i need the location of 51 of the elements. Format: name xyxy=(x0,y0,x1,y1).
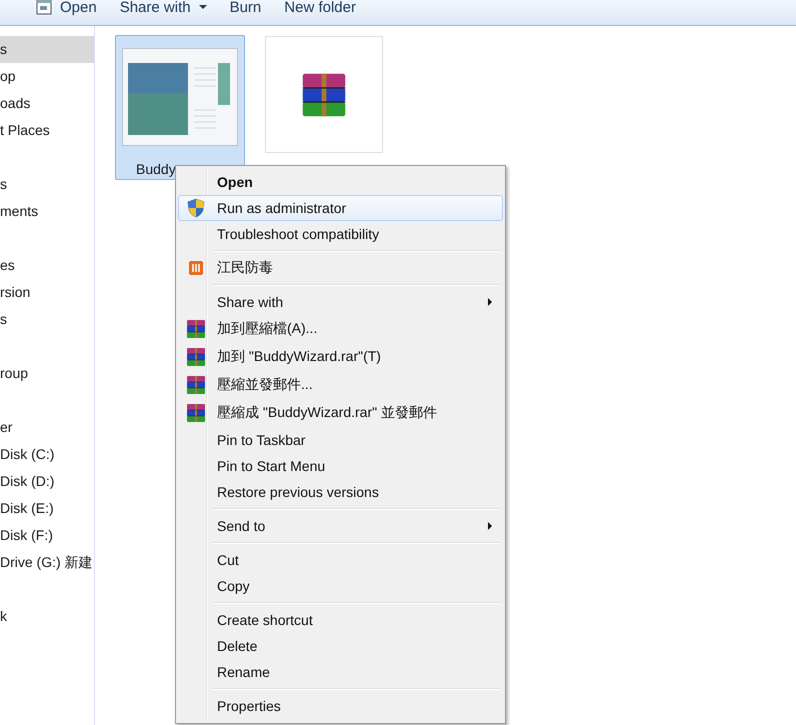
submenu-arrow-icon xyxy=(488,522,492,530)
sidebar-item[interactable]: op xyxy=(0,63,94,90)
sidebar-item[interactable]: Disk (E:) xyxy=(0,495,94,522)
antivirus-icon xyxy=(189,261,203,275)
menu-item[interactable]: Run as administrator xyxy=(178,195,503,221)
menu-item[interactable]: Pin to Start Menu xyxy=(178,453,503,479)
sidebar-item[interactable]: Disk (D:) xyxy=(0,468,94,495)
archive-icon xyxy=(185,318,207,340)
archive-icon xyxy=(185,402,207,424)
menu-item[interactable]: 壓縮並發郵件... xyxy=(178,371,503,399)
sidebar-item[interactable]: Disk (C:) xyxy=(0,441,94,468)
toolbar-button[interactable]: Burn xyxy=(224,0,278,16)
menu-item[interactable]: 壓縮成 "BuddyWizard.rar" 並發郵件 xyxy=(178,399,503,427)
sidebar-item[interactable]: ments xyxy=(0,198,94,225)
sidebar-item[interactable]: s xyxy=(0,36,94,63)
file-name: Buddy xyxy=(135,161,176,177)
dropdown-arrow-icon xyxy=(198,5,207,9)
shield-icon xyxy=(187,198,205,218)
submenu-arrow-icon xyxy=(488,298,492,306)
toolbar-button[interactable]: New folder xyxy=(278,0,373,16)
menu-item[interactable]: 加到壓縮檔(A)... xyxy=(178,315,503,343)
sidebar-item[interactable]: s xyxy=(0,171,94,198)
application-icon xyxy=(36,0,52,15)
menu-item[interactable]: Cut xyxy=(178,547,503,573)
menu-item[interactable]: Properties xyxy=(178,693,503,719)
menu-item[interactable]: Copy xyxy=(178,573,503,599)
sidebar-item[interactable]: t Places xyxy=(0,117,94,144)
toolbar-button[interactable]: Share with xyxy=(114,0,224,16)
menu-item[interactable]: 江民防毒 xyxy=(178,255,503,281)
archive-icon xyxy=(185,346,207,368)
sidebar-item[interactable]: k xyxy=(0,603,94,630)
window-thumbnail-icon xyxy=(122,48,238,146)
sidebar-item[interactable]: Disk (F:) xyxy=(0,522,94,549)
menu-item[interactable]: Send to xyxy=(178,513,503,539)
sidebar-item[interactable]: s xyxy=(0,306,94,333)
toolbar-button[interactable]: Open xyxy=(30,0,114,16)
menu-item[interactable]: Create shortcut xyxy=(178,607,503,633)
sidebar-item[interactable]: roup xyxy=(0,360,94,387)
menu-item[interactable]: Troubleshoot compatibility xyxy=(178,221,503,247)
sidebar-item[interactable]: er xyxy=(0,414,94,441)
sidebar-item[interactable]: oads xyxy=(0,90,94,117)
sidebar-item[interactable]: es xyxy=(0,252,94,279)
sidebar-item[interactable]: Drive (G:) 新建 xyxy=(0,549,94,576)
archive-icon xyxy=(185,374,207,396)
sidebar-item[interactable]: rsion xyxy=(0,279,94,306)
menu-item[interactable]: Delete xyxy=(178,633,503,659)
menu-item[interactable]: Share with xyxy=(178,289,503,315)
menu-item[interactable]: Pin to Taskbar xyxy=(178,427,503,453)
menu-item[interactable]: Rename xyxy=(178,659,503,685)
menu-item[interactable]: Restore previous versions xyxy=(178,479,503,505)
menu-item[interactable]: 加到 "BuddyWizard.rar"(T) xyxy=(178,343,503,371)
